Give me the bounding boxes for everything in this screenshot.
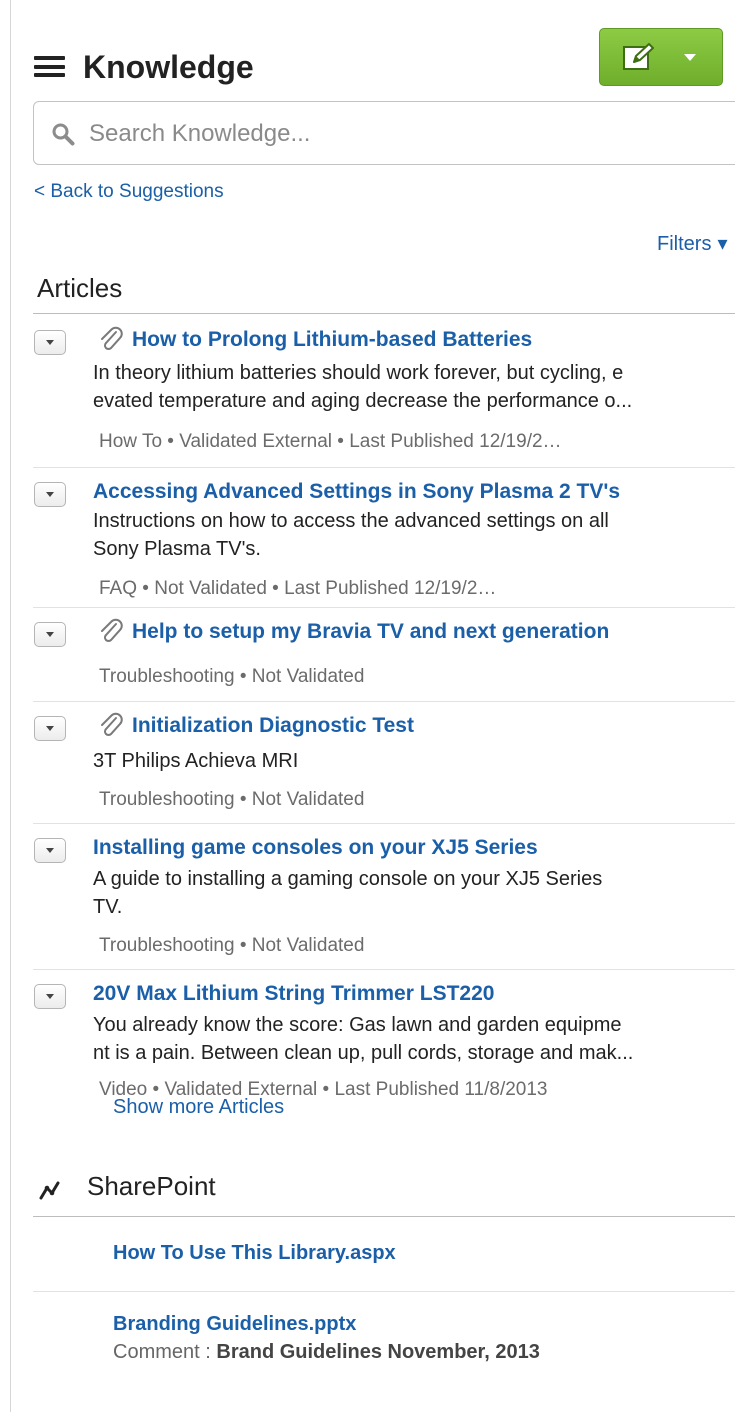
article-title-link[interactable]: 20V Max Lithium String Trimmer LST220 [93,981,494,1007]
article-summary-line: A guide to installing a gaming console o… [93,868,603,890]
comment-value: Brand Guidelines November, 2013 [216,1341,540,1363]
article-title-link[interactable]: How to Prolong Lithium-based Batteries [132,327,532,353]
article-summary-line: You already know the score: Gas lawn and… [93,1014,622,1036]
divider [33,1291,735,1292]
article-menu-button[interactable] [34,622,66,647]
compose-icon [623,43,654,70]
article-item: Initialization Diagnostic Test 3T Philip… [33,702,735,824]
sharepoint-divider [33,1216,735,1217]
article-menu-button[interactable] [34,330,66,355]
article-menu-button[interactable] [34,482,66,507]
article-item: Installing game consoles on your XJ5 Ser… [33,824,735,970]
article-item: Accessing Advanced Settings in Sony Plas… [33,468,735,608]
article-summary-line: Sony Plasma TV's. [93,538,261,560]
comment-label: Comment : [113,1341,211,1363]
article-item: How to Prolong Lithium-based Batteries I… [33,316,735,468]
article-summary-line: In theory lithium batteries should work … [93,362,624,384]
chevron-down-icon [684,54,696,61]
article-item: 20V Max Lithium String Trimmer LST220 Yo… [33,970,735,1100]
article-title-link[interactable]: Installing game consoles on your XJ5 Ser… [93,835,538,861]
article-item: Help to setup my Bravia TV and next gene… [33,608,735,702]
compose-button[interactable] [599,28,723,86]
article-title-link[interactable]: Accessing Advanced Settings in Sony Plas… [93,479,620,505]
search-icon [52,123,75,146]
article-menu-button[interactable] [34,716,66,741]
sharepoint-item-link[interactable]: Branding Guidelines.pptx [113,1313,356,1336]
article-menu-button[interactable] [34,838,66,863]
article-title-link[interactable]: Help to setup my Bravia TV and next gene… [132,619,609,645]
article-meta: FAQ • Not Validated • Last Published 12/… [99,578,497,599]
sharepoint-icon [39,1181,60,1200]
articles-divider [33,313,735,314]
paperclip-icon [101,712,123,737]
filters-label: Filters [657,233,712,255]
article-meta: Troubleshooting • Not Validated [99,935,365,956]
article-summary-line: TV. [93,896,123,918]
article-summary-line: 3T Philips Achieva MRI [93,750,299,772]
article-summary-line: nt is a pain. Between clean up, pull cor… [93,1042,634,1064]
paperclip-icon [101,618,123,643]
search-box [33,101,735,165]
articles-heading: Articles [37,273,123,303]
knowledge-panel: Knowledge < Back to Suggestions Filters▾… [33,0,735,1412]
page-title: Knowledge [83,49,254,85]
left-border [10,0,11,1412]
sharepoint-heading: SharePoint [87,1171,216,1201]
article-menu-button[interactable] [34,984,66,1009]
back-to-suggestions-link[interactable]: < Back to Suggestions [34,181,224,203]
filters-button[interactable]: Filters ▾ [657,231,728,256]
search-input[interactable] [89,114,729,154]
sharepoint-item-link[interactable]: How To Use This Library.aspx [113,1242,396,1265]
article-meta: Troubleshooting • Not Validated [99,789,365,810]
show-more-articles-link[interactable]: Show more Articles [113,1096,284,1119]
sharepoint-item-comment: Comment : Brand Guidelines November, 201… [113,1341,540,1364]
paperclip-icon [101,326,123,351]
chevron-down-icon: ▾ [717,233,728,255]
article-meta: Troubleshooting • Not Validated [99,666,365,687]
article-summary-line: evated temperature and aging decrease th… [93,390,633,412]
panel-header: Knowledge [33,28,735,98]
article-meta: How To • Validated External • Last Publi… [99,431,562,452]
article-title-link[interactable]: Initialization Diagnostic Test [132,713,414,739]
hamburger-icon[interactable] [34,56,65,77]
article-summary-line: Instructions on how to access the advanc… [93,510,609,532]
